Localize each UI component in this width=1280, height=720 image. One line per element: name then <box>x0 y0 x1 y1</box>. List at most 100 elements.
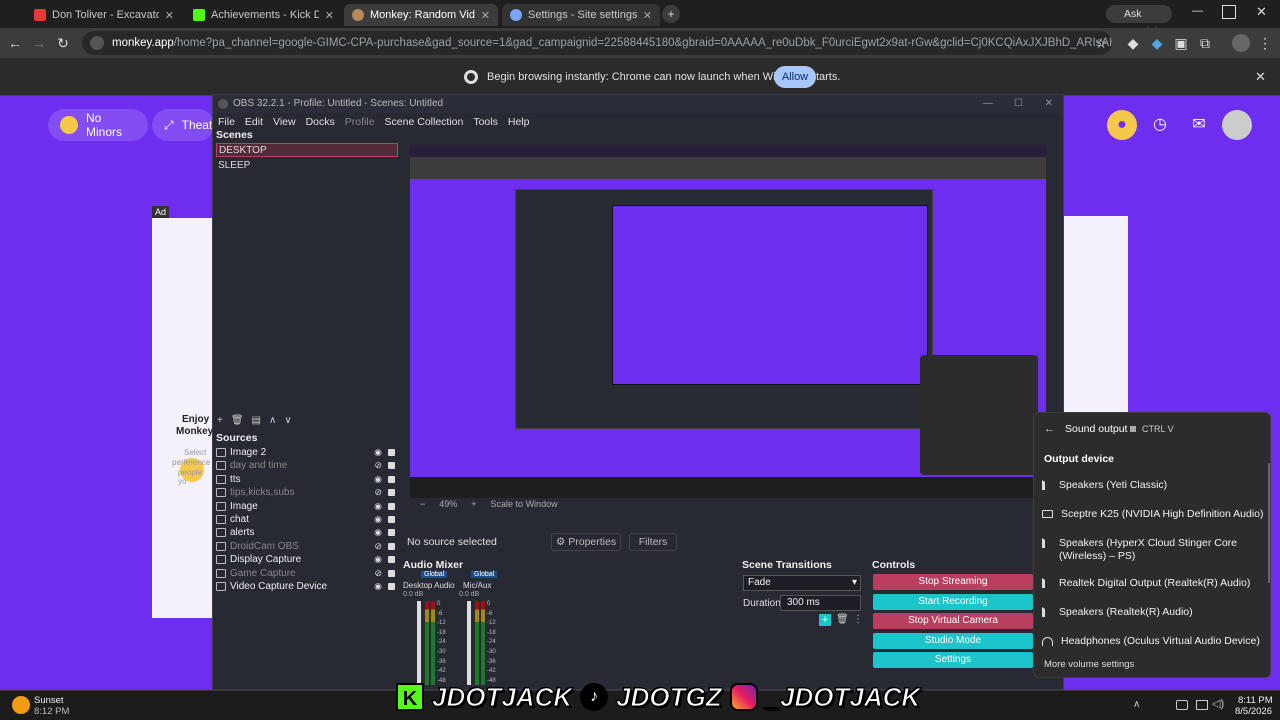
user-avatar[interactable] <box>1222 110 1252 140</box>
output-device-option[interactable]: Speakers (HyperX Cloud Stinger Core (Wir… <box>1042 537 1264 563</box>
control-button[interactable]: Start Recording <box>873 593 1033 610</box>
output-device-option[interactable]: Speakers (Realtek(R) Audio) <box>1042 606 1264 619</box>
down-icon[interactable]: ∨ <box>284 415 291 426</box>
ask-gemini-button[interactable]: Ask Gemini <box>1106 5 1172 38</box>
menu-tools[interactable]: Tools <box>473 113 498 131</box>
menu-profile[interactable]: Profile <box>345 113 375 131</box>
puzzle-icon[interactable]: ⧉ <box>1196 34 1214 52</box>
scene-item-sleep[interactable]: SLEEP <box>216 159 398 173</box>
close-icon[interactable]: ✕ <box>481 9 490 22</box>
lock-icon[interactable] <box>388 462 395 470</box>
eye-icon[interactable]: ◉ <box>374 580 382 593</box>
control-button[interactable]: Stop Virtual Camera <box>873 613 1033 629</box>
maximize-icon[interactable]: ☐ <box>1014 95 1023 113</box>
display-icon[interactable] <box>1196 700 1208 710</box>
menu-docks[interactable]: Docks <box>306 113 335 131</box>
history-icon[interactable]: ◷ <box>1145 110 1175 140</box>
control-button[interactable]: Stop Streaming <box>873 574 1033 590</box>
filter-icon[interactable]: ▤ <box>252 415 261 426</box>
source-item[interactable]: Image ◉ <box>216 500 398 513</box>
minimize-icon[interactable]: — <box>1192 5 1208 21</box>
properties-button[interactable]: ⚙ Properties <box>551 533 621 551</box>
menu-dots-icon[interactable]: ⋮ <box>1256 34 1274 52</box>
obs-preview[interactable] <box>410 145 1046 498</box>
close-window-icon[interactable]: ✕ <box>1256 4 1267 20</box>
weather-icon[interactable] <box>12 696 30 714</box>
back-icon[interactable]: ← <box>1044 423 1055 435</box>
volume-icon[interactable]: ◁) <box>1212 697 1224 710</box>
eye-icon[interactable]: ◉ <box>374 513 382 526</box>
lock-icon[interactable] <box>388 583 395 590</box>
zoom-out-icon[interactable]: − <box>420 499 425 513</box>
trash-icon[interactable]: 🗑 <box>231 415 244 426</box>
close-icon[interactable]: ✕ <box>325 9 334 22</box>
extension-icon[interactable]: ◆ <box>1124 34 1142 52</box>
extension-icon-2[interactable]: ◆ <box>1148 34 1166 52</box>
new-tab-button[interactable]: + <box>662 5 680 23</box>
tab-youtube[interactable]: Don Toliver - Excavator (Official ✕ <box>26 4 182 26</box>
site-info-icon[interactable] <box>90 36 104 50</box>
duration-input[interactable]: 300 ms <box>780 595 861 611</box>
shield-icon[interactable]: ▣ <box>1172 34 1190 52</box>
menu-scene-collection[interactable]: Scene Collection <box>385 113 464 131</box>
bookmark-star-icon[interactable]: ☆ <box>1092 34 1110 52</box>
output-device-option[interactable]: Realtek Digital Output (Realtek(R) Audio… <box>1042 577 1264 590</box>
scale-select[interactable]: Scale to Window <box>491 499 558 513</box>
filters-button[interactable]: Filters <box>629 533 677 551</box>
lock-icon[interactable] <box>388 556 395 564</box>
omnibox[interactable]: monkey.app/home?pa_channel=google-GIMC-C… <box>82 31 1112 55</box>
close-icon[interactable]: ✕ <box>1255 69 1266 85</box>
control-button[interactable]: Settings <box>873 652 1033 668</box>
eye-icon[interactable]: ◉ <box>374 473 382 486</box>
reload-icon[interactable]: ↻ <box>54 34 72 52</box>
menu-dots-icon[interactable]: ⋮ <box>853 614 863 625</box>
tab-kick[interactable]: Achievements - Kick Dashboard ✕ <box>185 4 342 26</box>
tab-settings[interactable]: Settings - Site settings ✕ <box>502 4 660 26</box>
lock-icon[interactable] <box>388 502 395 510</box>
forward-icon[interactable]: → <box>30 34 48 52</box>
coin-icon[interactable]: ● <box>1107 110 1137 140</box>
profile-avatar[interactable] <box>1232 34 1250 52</box>
trash-icon[interactable]: 🗑 <box>836 614 849 625</box>
source-item[interactable]: Game Capture ⊘ <box>216 567 398 580</box>
mic-fader[interactable] <box>467 601 471 685</box>
control-button[interactable]: Studio Mode <box>873 632 1033 649</box>
eye-icon[interactable]: ◉ <box>374 526 382 539</box>
transition-select[interactable]: Fade ▾ <box>743 575 861 591</box>
eye-icon[interactable]: ◉ <box>374 446 382 459</box>
eye-icon[interactable]: ◉ <box>374 553 382 566</box>
lock-icon[interactable] <box>388 489 395 497</box>
eye-hidden-icon[interactable]: ⊘ <box>374 486 382 499</box>
menu-help[interactable]: Help <box>508 113 530 131</box>
minimize-icon[interactable]: — <box>983 95 993 113</box>
zoom-in-icon[interactable]: + <box>471 499 476 513</box>
eye-hidden-icon[interactable]: ⊘ <box>374 540 382 553</box>
eye-hidden-icon[interactable]: ⊘ <box>374 459 382 472</box>
close-icon[interactable]: ✕ <box>643 9 652 22</box>
add-icon[interactable]: + <box>217 415 223 426</box>
add-transition-button[interactable]: + <box>819 614 831 626</box>
source-item[interactable]: tts ◉ <box>216 473 398 486</box>
maximize-icon[interactable] <box>1222 5 1236 19</box>
source-item[interactable]: DroidCam OBS ⊘ <box>216 540 398 553</box>
scrollbar[interactable] <box>1268 463 1270 583</box>
lock-icon[interactable] <box>388 569 395 577</box>
theater-button[interactable]: ⤢ Theate <box>152 109 219 141</box>
output-device-option[interactable]: Speakers (Yeti Classic) <box>1042 479 1264 492</box>
close-icon[interactable]: ✕ <box>165 9 174 22</box>
source-item[interactable]: chat ◉ <box>216 513 398 526</box>
source-item[interactable]: Video Capture Device ◉ <box>216 580 398 593</box>
lock-icon[interactable] <box>388 449 395 456</box>
url-text[interactable]: monkey.app/home?pa_channel=google-GIMC-C… <box>112 37 1112 49</box>
no-minors-button[interactable]: No Minors <box>48 109 148 141</box>
more-volume-settings-link[interactable]: More volume settings <box>1044 659 1134 670</box>
eye-icon[interactable]: ◉ <box>374 500 382 513</box>
source-item[interactable]: tips,kicks,subs ⊘ <box>216 486 398 499</box>
menu-view[interactable]: View <box>273 113 296 131</box>
source-item[interactable]: Display Capture ◉ <box>216 553 398 566</box>
tab-monkey[interactable]: Monkey: Random Video Ch ✕ <box>344 4 498 26</box>
lock-icon[interactable] <box>388 516 395 523</box>
allow-button[interactable]: Allow <box>774 66 816 88</box>
scene-item-desktop[interactable]: DESKTOP <box>216 143 398 157</box>
eye-hidden-icon[interactable]: ⊘ <box>374 567 382 580</box>
